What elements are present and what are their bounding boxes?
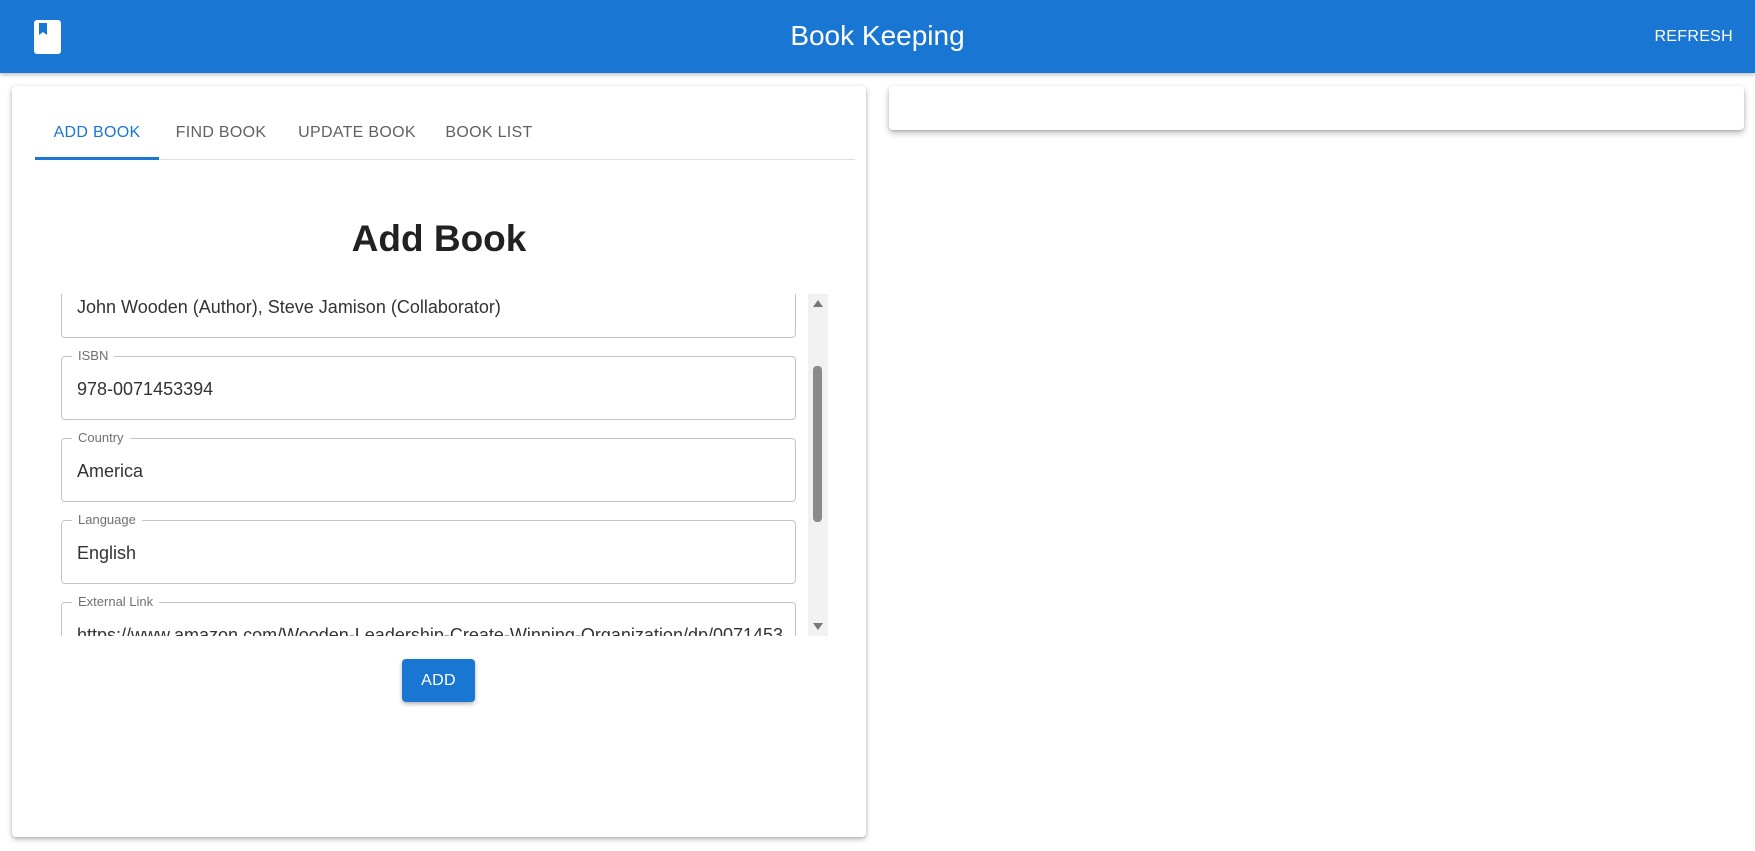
language-label: Language — [72, 512, 142, 528]
external-link-value[interactable]: https://www.amazon.com/Wooden-Leadership… — [77, 624, 783, 636]
external-link-label: External Link — [72, 594, 160, 610]
refresh-button[interactable]: REFRESH — [1654, 24, 1733, 50]
add-button[interactable]: ADD — [402, 659, 475, 702]
tab-find-book[interactable]: FIND BOOK — [159, 110, 283, 160]
tab-bar: ADD BOOK FIND BOOK UPDATE BOOK BOOK LIST — [35, 110, 855, 160]
isbn-value[interactable]: 978-0071453394 — [77, 378, 783, 400]
form-scrollbar[interactable] — [808, 294, 828, 636]
add-book-panel: ADD BOOK FIND BOOK UPDATE BOOK BOOK LIST… — [12, 86, 866, 837]
country-field[interactable]: Country America — [61, 430, 796, 502]
form-heading: Add Book — [351, 218, 527, 259]
tab-indicator — [35, 157, 159, 160]
result-panel — [889, 86, 1744, 130]
scroll-up-arrow-icon[interactable] — [813, 300, 823, 307]
app-bar: Book Keeping REFRESH — [0, 0, 1755, 73]
scrollbar-thumb[interactable] — [813, 366, 822, 522]
scroll-down-arrow-icon[interactable] — [813, 623, 823, 630]
external-link-field[interactable]: External Link https://www.amazon.com/Woo… — [61, 594, 796, 636]
authors-value[interactable]: John Wooden (Author), Steve Jamison (Col… — [77, 296, 783, 318]
country-label: Country — [72, 430, 130, 446]
language-value[interactable]: English — [77, 542, 783, 564]
language-field[interactable]: Language English — [61, 512, 796, 584]
authors-field[interactable]: John Wooden (Author), Steve Jamison (Col… — [61, 294, 796, 338]
form-scroll-area[interactable]: John Wooden (Author), Steve Jamison (Col… — [61, 294, 829, 636]
country-value[interactable]: America — [77, 460, 783, 482]
tab-add-book[interactable]: ADD BOOK — [35, 110, 159, 160]
isbn-label: ISBN — [72, 348, 115, 364]
tab-update-book[interactable]: UPDATE BOOK — [283, 110, 431, 160]
tab-book-list[interactable]: BOOK LIST — [431, 110, 547, 160]
isbn-field[interactable]: ISBN 978-0071453394 — [61, 348, 796, 420]
app-title: Book Keeping — [790, 20, 965, 51]
book-icon — [34, 20, 61, 54]
